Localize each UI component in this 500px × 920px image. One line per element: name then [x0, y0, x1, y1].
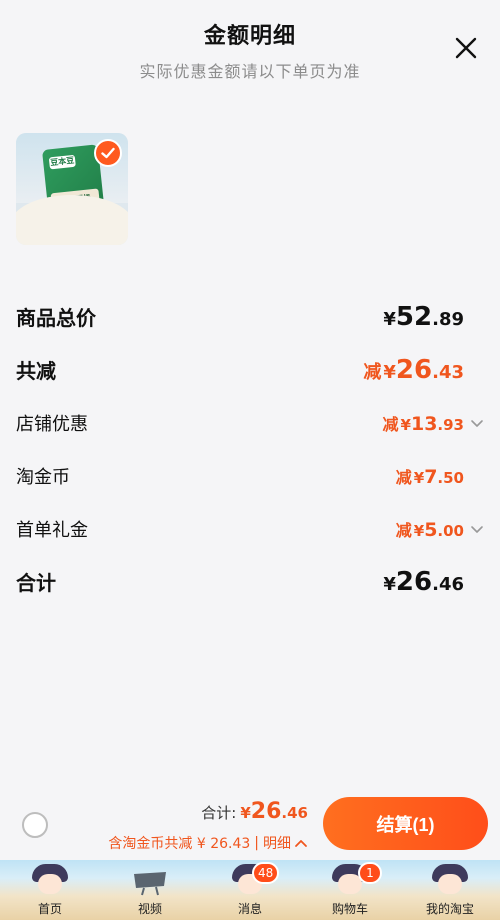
checkout-button[interactable]: 结算(1) [323, 797, 488, 850]
checkout-bar: 合计: ¥26.46 含淘金币共减 ¥ 26.43 | 明细 结算(1) [0, 795, 500, 860]
sheet-title: 金额明细 [203, 24, 296, 49]
amount: 减 ¥7.50 [396, 464, 464, 488]
sheet-subtitle: 实际优惠金额请以下单页为准 [139, 62, 361, 81]
tab-cart[interactable]: 1 购物车 [300, 860, 400, 920]
minus-label: 减 [395, 520, 412, 540]
select-all-radio[interactable] [22, 812, 48, 838]
breakdown-row-total: 合计 ¥26.46 [0, 555, 500, 608]
chevron-down-icon[interactable] [470, 416, 484, 430]
tab-home[interactable]: 首页 [0, 860, 100, 920]
bottom-tab-bar: 首页 视频 48 消息 1 购物车 我的淘宝 [0, 860, 500, 920]
row-label: 店铺优惠 [16, 413, 88, 435]
amount-decimal: .43 [432, 361, 464, 383]
tab-label: 视频 [137, 902, 162, 916]
currency-symbol: ¥ [383, 308, 396, 330]
minus-label: 减 [363, 361, 382, 383]
amount-integer: 26 [395, 354, 433, 385]
total-label: 合计: [201, 804, 237, 822]
row-label: 首单礼金 [16, 519, 88, 541]
amount-decimal: .46 [432, 573, 464, 595]
currency-symbol: ¥ [383, 361, 396, 383]
amount-decimal: .89 [432, 308, 464, 330]
cart-count-badge: 1 [358, 862, 382, 884]
breakdown-row-subtotal: 商品总价 ¥52.89 [0, 290, 500, 343]
profile-avatar-icon [432, 864, 468, 898]
currency-symbol: ¥ [413, 468, 425, 487]
amount-decimal: .46 [281, 804, 308, 822]
amount: 减 ¥13.93 [383, 411, 464, 435]
tab-my-taobao[interactable]: 我的淘宝 [400, 860, 500, 920]
home-avatar-icon [32, 864, 68, 898]
amount: 减 ¥5.00 [396, 517, 464, 541]
close-icon[interactable] [454, 36, 478, 60]
row-label: 共减 [16, 359, 56, 383]
row-value: 减 ¥26.43 [363, 355, 484, 385]
sheet-header: 金额明细 实际优惠金额请以下单页为准 [0, 18, 500, 82]
message-count-badge: 48 [252, 862, 280, 884]
tab-label: 首页 [37, 902, 62, 916]
row-label: 淘金币 [16, 466, 70, 488]
amount: ¥52.89 [383, 302, 464, 332]
tab-label: 我的淘宝 [425, 902, 474, 916]
breakdown-row-first-order-gift[interactable]: 首单礼金 减 ¥5.00 [0, 502, 500, 555]
currency-symbol: ¥ [240, 804, 251, 822]
amount-integer: 26 [250, 799, 282, 824]
row-label: 商品总价 [16, 306, 96, 330]
discount-text: 含淘金币共减 ¥ 26.43 [108, 836, 251, 852]
amount-integer: 5 [424, 518, 438, 541]
minus-label: 减 [382, 414, 399, 434]
amount: 减 ¥26.43 [363, 355, 464, 385]
detail-link[interactable]: 明细 [263, 833, 291, 853]
amount-decimal: .00 [437, 521, 464, 540]
row-value: 减 ¥5.00 [396, 517, 484, 541]
product-thumbnail[interactable]: 豆本豆 唯甄豆奶 [16, 133, 128, 245]
amount: ¥26.46 [383, 567, 464, 597]
currency-symbol: ¥ [383, 573, 396, 595]
check-icon[interactable] [94, 139, 122, 167]
breakdown-row-taojinbi: 淘金币 减 ¥7.50 [0, 449, 500, 502]
row-value: ¥26.46 [383, 567, 484, 597]
total-summary: 合计: ¥26.46 [201, 799, 308, 824]
divider: | [254, 835, 259, 851]
total-amount: ¥26.46 [240, 799, 308, 824]
discount-summary[interactable]: 含淘金币共减 ¥ 26.43 | 明细 [108, 833, 308, 853]
row-value: ¥52.89 [383, 302, 484, 332]
amount-integer: 13 [410, 412, 438, 435]
amount-integer: 52 [395, 301, 433, 332]
currency-symbol: ¥ [400, 415, 411, 434]
milk-splash [16, 195, 128, 245]
chevron-up-icon[interactable] [294, 837, 308, 849]
breakdown-row-store-discount[interactable]: 店铺优惠 减 ¥13.93 [0, 396, 500, 449]
product-brand: 豆本豆 [48, 154, 76, 170]
amount-decimal: .50 [437, 468, 464, 487]
row-value: 减 ¥7.50 [396, 464, 484, 488]
amount-detail-sheet: 金额明细 实际优惠金额请以下单页为准 豆本豆 唯甄豆奶 商品总价 ¥52.89 [0, 0, 500, 860]
amount-decimal: .93 [437, 415, 464, 434]
tab-label: 消息 [237, 902, 262, 916]
row-value: 减 ¥13.93 [383, 411, 484, 435]
tab-label: 购物车 [331, 902, 368, 916]
amount-integer: 26 [395, 566, 433, 597]
tab-messages[interactable]: 48 消息 [200, 860, 300, 920]
breakdown-row-total-discount: 共减 减 ¥26.43 [0, 343, 500, 396]
tab-video[interactable]: 视频 [100, 860, 200, 920]
price-breakdown: 商品总价 ¥52.89 共减 减 ¥26.43 店铺优惠 减 ¥13.93 淘金… [0, 290, 500, 608]
currency-symbol: ¥ [413, 521, 425, 540]
video-board-icon [130, 868, 170, 896]
amount-integer: 7 [424, 465, 438, 488]
chevron-down-icon[interactable] [470, 522, 484, 536]
minus-label: 减 [395, 467, 412, 487]
row-label: 合计 [16, 571, 56, 595]
